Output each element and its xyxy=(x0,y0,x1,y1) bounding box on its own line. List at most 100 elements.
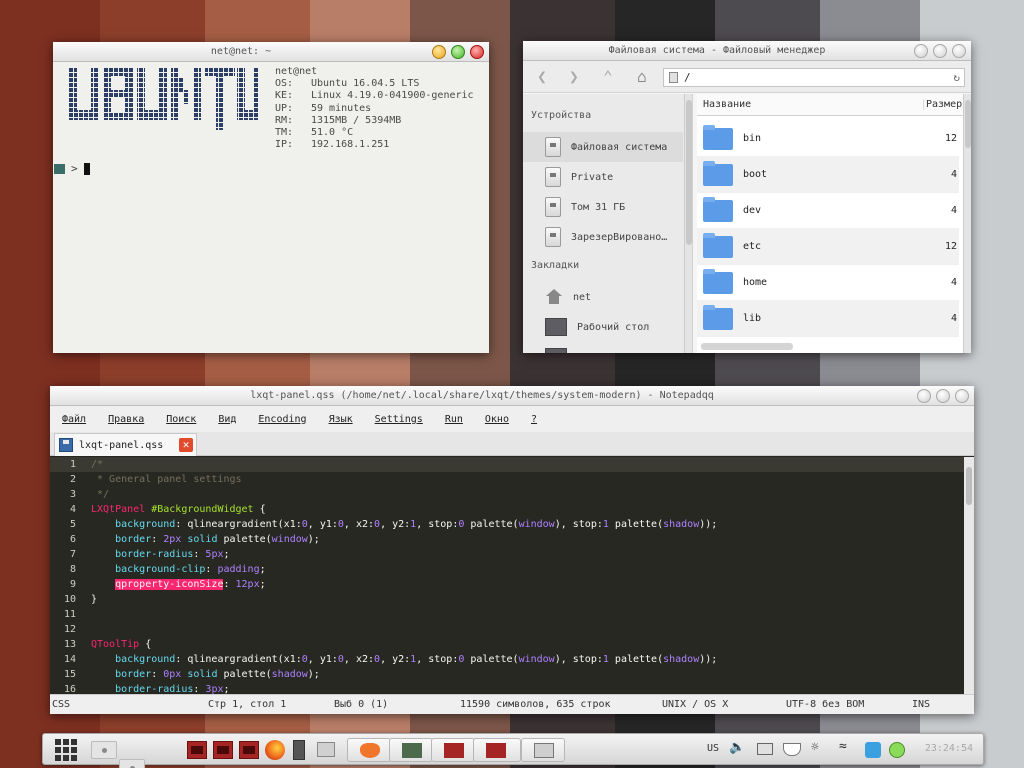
file-row[interactable]: boot 4 xyxy=(697,157,959,193)
editor-scrollbar[interactable] xyxy=(964,457,974,694)
system-info: net@net OS: Ubuntu 16.04.5 LTS KE: Linux 4… xyxy=(275,66,474,151)
maximize-button[interactable] xyxy=(936,389,950,403)
column-size-header[interactable]: Размер xyxy=(923,99,962,110)
task-gitlab[interactable] xyxy=(347,738,391,762)
menu-edit[interactable]: Правка xyxy=(108,414,144,425)
info-row: UP: 59 minutes xyxy=(275,102,372,114)
status-language[interactable]: CSS xyxy=(52,699,70,710)
bookmarks-header: Закладки xyxy=(531,260,580,271)
editor-titlebar[interactable]: lxqt-panel.qss (/home/net/.local/share/l… xyxy=(50,386,974,406)
terminal-title: net@net: ~ xyxy=(210,46,272,57)
menu-settings[interactable]: Settings xyxy=(375,414,423,425)
task-editor[interactable] xyxy=(473,738,521,762)
device-icon[interactable] xyxy=(293,740,305,760)
sidebar-item-private[interactable]: Private xyxy=(523,162,683,192)
sidebar-item-volume[interactable]: Том 31 ГБ xyxy=(523,192,683,222)
status-encoding[interactable]: UTF-8 без BOM xyxy=(786,699,864,710)
menu-encoding[interactable]: Encoding xyxy=(258,414,306,425)
cup-icon[interactable] xyxy=(783,743,801,756)
terminal-launcher-icon[interactable] xyxy=(187,741,207,759)
info-row: OS: Ubuntu 16.04.5 LTS xyxy=(275,78,420,90)
sidebar-item-more[interactable]: … xyxy=(523,342,683,353)
terminal-launcher-icon[interactable] xyxy=(239,741,259,759)
task-monitor[interactable] xyxy=(389,738,433,762)
file-manager-launcher-icon[interactable] xyxy=(317,742,335,757)
drive-icon xyxy=(669,72,678,83)
menu-language[interactable]: Язык xyxy=(329,414,353,425)
info-row: IP: 192.168.1.251 xyxy=(275,139,390,151)
user-host: net@net xyxy=(275,66,318,77)
status-position: Стр 1, стол 1 xyxy=(208,699,287,710)
minimize-button[interactable] xyxy=(917,389,931,403)
code-line: 1/* xyxy=(50,457,964,472)
code-area[interactable]: 1/* 2 * General panel settings 3 */ 4 LXQ… xyxy=(50,457,964,694)
wifi-icon[interactable]: ≈ xyxy=(839,739,847,754)
folder-icon xyxy=(703,268,733,294)
editor-window[interactable]: lxqt-panel.qss (/home/net/.local/share/l… xyxy=(50,386,974,714)
close-button[interactable] xyxy=(952,44,966,58)
path-input[interactable]: / ↻ xyxy=(663,68,965,87)
code-line: 12 xyxy=(63,624,76,635)
sidebar-scrollbar[interactable] xyxy=(684,94,692,353)
menu-file[interactable]: Файл xyxy=(62,414,86,425)
task-terminal[interactable] xyxy=(431,738,475,762)
terminal-launcher-icon[interactable] xyxy=(213,741,233,759)
minimize-button[interactable] xyxy=(432,45,446,59)
sidebar-item-reserved[interactable]: ЗарезерВировано… xyxy=(523,222,683,252)
terminal-body[interactable]: net@net OS: Ubuntu 16.04.5 LTS KE: Linux 4… xyxy=(53,62,489,353)
workspace-1-button[interactable] xyxy=(91,741,117,759)
menu-window[interactable]: Окно xyxy=(485,414,509,425)
file-manager-window[interactable]: Файловая система - Файловый менеджер ❮ ❯… xyxy=(523,41,971,353)
file-list-header: Название Размер xyxy=(697,94,963,116)
close-button[interactable] xyxy=(470,45,484,59)
app-menu-icon[interactable] xyxy=(55,739,77,761)
task-file-manager[interactable] xyxy=(521,738,565,762)
shell-prompt[interactable]: > xyxy=(54,162,90,175)
sidebar-item-desktop[interactable]: Рабочий стол xyxy=(523,312,683,342)
clipboard-icon[interactable] xyxy=(757,743,773,755)
file-row[interactable]: dev 4 xyxy=(697,193,959,229)
keyboard-layout[interactable]: US xyxy=(707,743,719,754)
menu-run[interactable]: Run xyxy=(445,414,463,425)
devices-header: Устройства xyxy=(531,110,592,121)
file-row[interactable]: bin 12 xyxy=(697,121,959,157)
tab-lxqt-panel[interactable]: lxqt-panel.qss ✕ xyxy=(54,433,197,456)
firefox-icon[interactable] xyxy=(265,740,285,760)
minimize-button[interactable] xyxy=(914,44,928,58)
code-line: 11 xyxy=(63,609,76,620)
info-row: KE: Linux 4.19.0-041900-generic xyxy=(275,90,474,102)
column-name-header[interactable]: Название xyxy=(703,99,751,110)
folder-prompt-icon xyxy=(54,163,65,174)
workspace-2-button[interactable] xyxy=(119,759,145,768)
sidebar-item-net[interactable]: net xyxy=(523,282,683,312)
volume-icon[interactable]: 🔈 xyxy=(729,740,745,755)
status-eol[interactable]: UNIX / OS X xyxy=(662,699,728,710)
menu-view[interactable]: Вид xyxy=(218,414,236,425)
terminal-window[interactable]: net@net: ~ net@net OS: Ubuntu 16.04.5 LT… xyxy=(53,42,489,353)
file-list-scrollbar[interactable] xyxy=(963,94,971,353)
updates-icon[interactable] xyxy=(865,742,881,758)
file-manager-titlebar[interactable]: Файловая система - Файловый менеджер xyxy=(523,41,971,61)
refresh-icon[interactable]: ↻ xyxy=(953,69,960,86)
sidebar-item-filesystem[interactable]: Файловая система xyxy=(523,132,683,162)
maximize-button[interactable] xyxy=(933,44,947,58)
back-arrow-icon[interactable]: ❮ xyxy=(531,66,553,88)
close-tab-icon[interactable]: ✕ xyxy=(179,438,193,452)
file-manager-title: Файловая система - Файловый менеджер xyxy=(608,45,826,56)
home-icon[interactable]: ⌂ xyxy=(631,66,653,88)
horizontal-scrollbar[interactable] xyxy=(701,343,793,350)
up-arrow-icon[interactable]: ⌃ xyxy=(597,66,619,88)
forward-arrow-icon[interactable]: ❯ xyxy=(563,66,585,88)
close-button[interactable] xyxy=(955,389,969,403)
battery-icon[interactable] xyxy=(889,742,905,758)
file-row[interactable]: home 4 xyxy=(697,265,959,301)
network-manager-icon[interactable]: ☼ xyxy=(811,740,819,755)
menu-help[interactable]: ? xyxy=(531,414,537,425)
file-row[interactable]: lib 4 xyxy=(697,301,959,337)
file-row[interactable]: etc 12 xyxy=(697,229,959,265)
terminal-titlebar[interactable]: net@net: ~ xyxy=(53,42,489,62)
clock[interactable]: 23:24:54 xyxy=(925,743,973,754)
maximize-button[interactable] xyxy=(451,45,465,59)
text-cursor xyxy=(83,162,90,175)
menu-search[interactable]: Поиск xyxy=(166,414,196,425)
